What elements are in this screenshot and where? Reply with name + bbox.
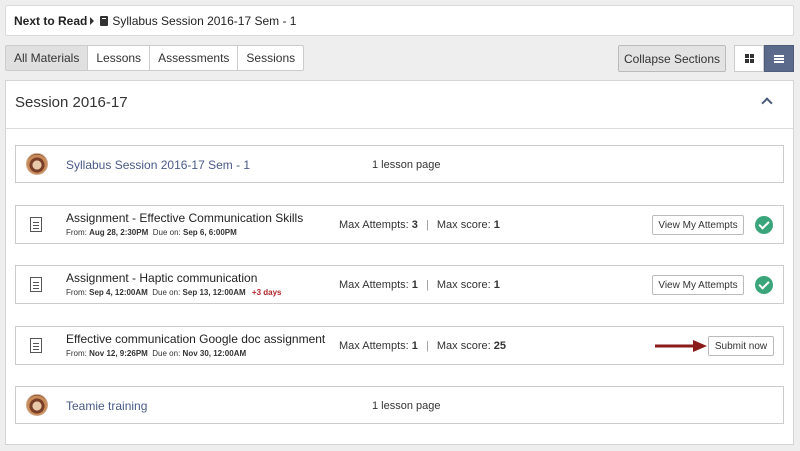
assignment-limits: Max Attempts: 1 | Max score: 25: [339, 340, 506, 352]
chevron-up-icon[interactable]: [761, 97, 773, 109]
submit-now-button[interactable]: Submit now: [708, 336, 774, 356]
from-date: Aug 28, 2:30PM: [89, 228, 149, 237]
due-date: Nov 30, 12:00AM: [182, 349, 247, 358]
max-score-value: 1: [493, 219, 500, 231]
check-circle-icon: [755, 216, 773, 234]
list-icon: [774, 54, 784, 63]
lesson-title[interactable]: Teamie training: [66, 399, 147, 413]
grid-view-button[interactable]: [734, 45, 764, 72]
lesson-page-count: 1 lesson page: [372, 159, 441, 171]
assignment-limits: Max Attempts: 3 | Max score: 1: [339, 219, 500, 231]
assignment-title[interactable]: Assignment - Haptic communication: [66, 271, 257, 285]
tab-sessions[interactable]: Sessions: [237, 45, 305, 71]
due-date: Sep 6, 6:00PM: [182, 228, 237, 237]
session-panel: Session 2016-17 Syllabus Session 2016-17…: [5, 80, 794, 445]
tab-lessons[interactable]: Lessons: [87, 45, 151, 71]
due-label: Due on:: [152, 288, 181, 297]
assignment-dates: From: Nov 12, 9:26PM Due on: Nov 30, 12:…: [66, 349, 246, 358]
grid-icon: [744, 54, 754, 63]
max-attempts-label: Max Attempts:: [339, 279, 409, 291]
max-score-value: 1: [493, 279, 500, 291]
assignment-item[interactable]: Assignment - Haptic communication From: …: [15, 265, 784, 304]
due-label: Due on:: [152, 228, 181, 237]
session-divider: [6, 128, 793, 129]
check-circle-icon: [755, 276, 773, 294]
assignment-dates: From: Sep 4, 12:00AM Due on: Sep 13, 12:…: [66, 288, 282, 297]
lesson-avatar: [26, 153, 48, 175]
document-icon: [30, 217, 42, 232]
max-attempts-label: Max Attempts:: [339, 219, 409, 231]
assignment-item[interactable]: Assignment - Effective Communication Ski…: [15, 205, 784, 244]
max-score-value: 25: [493, 340, 506, 352]
max-attempts-value: 1: [411, 340, 418, 352]
next-to-read-item-link[interactable]: Syllabus Session 2016-17 Sem - 1: [112, 14, 296, 28]
max-attempts-value: 3: [411, 219, 418, 231]
pointer-arrow-icon: [655, 340, 707, 352]
lesson-page-count: 1 lesson page: [372, 400, 441, 412]
from-date: Sep 4, 12:00AM: [89, 288, 148, 297]
lesson-item[interactable]: Teamie training 1 lesson page: [15, 386, 784, 424]
from-label: From:: [66, 288, 87, 297]
assignment-limits: Max Attempts: 1 | Max score: 1: [339, 279, 500, 291]
document-icon: [30, 277, 42, 292]
lesson-avatar: [26, 394, 48, 416]
document-icon: [30, 338, 42, 353]
due-date: Sep 13, 12:00AM: [182, 288, 246, 297]
from-label: From:: [66, 228, 87, 237]
view-toggle: [734, 45, 794, 72]
view-my-attempts-button[interactable]: View My Attempts: [652, 275, 744, 295]
next-to-read-bar: Next to Read Syllabus Session 2016-17 Se…: [5, 5, 794, 36]
max-score-label: Max score:: [436, 279, 491, 291]
filter-tabs: All Materials Lessons Assessments Sessio…: [5, 45, 305, 71]
tab-all-materials[interactable]: All Materials: [5, 45, 89, 71]
next-to-read-label[interactable]: Next to Read: [14, 14, 87, 28]
assignment-item[interactable]: Effective communication Google doc assig…: [15, 326, 784, 365]
max-attempts-label: Max Attempts:: [339, 340, 409, 352]
from-label: From:: [66, 349, 87, 358]
max-score-label: Max score:: [436, 340, 491, 352]
list-view-button[interactable]: [764, 45, 794, 72]
due-label: Due on:: [152, 349, 181, 358]
session-title: Session 2016-17: [15, 94, 128, 111]
assignment-title[interactable]: Assignment - Effective Communication Ski…: [66, 211, 303, 225]
collapse-sections-button[interactable]: Collapse Sections: [618, 45, 726, 72]
caret-right-icon[interactable]: [90, 16, 95, 25]
lesson-item[interactable]: Syllabus Session 2016-17 Sem - 1 1 lesso…: [15, 145, 784, 183]
assignment-dates: From: Aug 28, 2:30PM Due on: Sep 6, 6:00…: [66, 228, 237, 237]
from-date: Nov 12, 9:26PM: [89, 349, 148, 358]
lesson-title[interactable]: Syllabus Session 2016-17 Sem - 1: [66, 158, 250, 172]
book-icon: [100, 15, 109, 26]
max-score-label: Max score:: [436, 219, 491, 231]
assignment-title[interactable]: Effective communication Google doc assig…: [66, 332, 325, 346]
max-attempts-value: 1: [411, 279, 418, 291]
late-badge: +3 days: [251, 288, 282, 297]
materials-toolbar: All Materials Lessons Assessments Sessio…: [5, 45, 794, 72]
tab-assessments[interactable]: Assessments: [149, 45, 239, 71]
view-my-attempts-button[interactable]: View My Attempts: [652, 215, 744, 235]
